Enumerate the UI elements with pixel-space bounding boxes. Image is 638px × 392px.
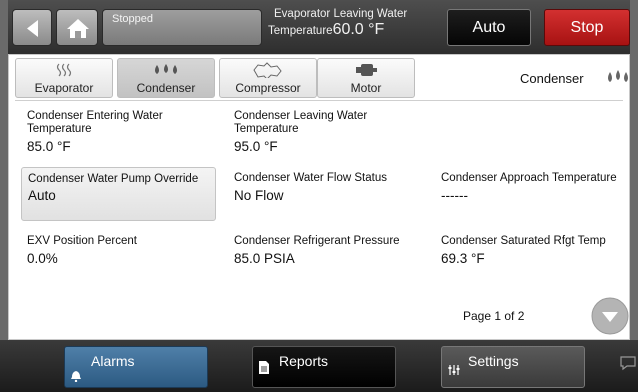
approach-temp: Condenser Approach Temperature ------ [441, 172, 617, 203]
document-icon [259, 361, 269, 377]
saturated-temp: Condenser Saturated Rfgt Temp 69.3 °F [441, 235, 606, 266]
settings-button[interactable]: Settings [441, 346, 585, 388]
top-bar: Stopped Evaporator Leaving Water Tempera… [0, 0, 638, 54]
auto-button[interactable]: Auto [447, 9, 531, 46]
tab-condenser-label: Condenser [136, 81, 196, 95]
readout-value: 60.0 °F [332, 21, 385, 38]
tab-motor[interactable]: Motor [317, 58, 415, 98]
flow-status-label: Condenser Water Flow Status [234, 172, 387, 184]
page-indicator: Page 1 of 2 [463, 309, 525, 323]
saturated-temp-value: 69.3 °F [441, 251, 485, 266]
leaving-water-readout: Evaporator Leaving Water Temperature60.0… [262, 7, 434, 47]
readout-label: Evaporator Leaving Water [274, 8, 408, 20]
reports-label: Reports [279, 353, 329, 369]
alarms-label: Alarms [91, 353, 135, 369]
readout-label-2: Temperature [268, 25, 333, 37]
tab-condenser[interactable]: Condenser [117, 58, 215, 98]
saturated-temp-label: Condenser Saturated Rfgt Temp [441, 235, 606, 247]
pump-override-label: Condenser Water Pump Override [28, 173, 199, 185]
leaving-water-label: Condenser Leaving Water [234, 110, 368, 122]
entering-water-temp: Condenser Entering Water Temperature 85.… [27, 110, 163, 154]
refrigerant-pressure-value: 85.0 PSIA [234, 251, 295, 266]
pump-override-value: Auto [28, 188, 56, 203]
next-page-button[interactable] [591, 297, 629, 340]
exv-position: EXV Position Percent 0.0% [27, 235, 137, 266]
refrigerant-pressure-label: Condenser Refrigerant Pressure [234, 235, 400, 247]
exv-position-value: 0.0% [27, 251, 58, 266]
back-button[interactable] [12, 9, 52, 46]
condenser-panel: Evaporator Condenser Compressor Motor Co… [8, 54, 630, 340]
compressor-icon [220, 59, 316, 81]
right-frame [630, 0, 638, 340]
leaving-water-temp: Condenser Leaving Water Temperature 95.0… [234, 110, 367, 154]
sliders-icon [448, 363, 460, 379]
tab-compressor[interactable]: Compressor [219, 58, 317, 98]
tab-evaporator[interactable]: Evaporator [15, 58, 113, 98]
home-icon [67, 19, 89, 38]
exv-position-label: EXV Position Percent [27, 235, 137, 247]
section-title: Condenser [520, 71, 584, 86]
water-drops-icon [606, 68, 630, 91]
refrigerant-pressure: Condenser Refrigerant Pressure 85.0 PSIA [234, 235, 400, 266]
chevron-down-icon [591, 297, 629, 335]
flow-status: Condenser Water Flow Status No Flow [234, 172, 387, 203]
tab-bar: Evaporator Condenser Compressor Motor Co… [15, 58, 628, 101]
settings-label: Settings [468, 353, 519, 369]
left-frame [0, 0, 8, 340]
home-button[interactable] [56, 9, 98, 46]
tab-motor-label: Motor [350, 81, 382, 95]
motor-icon [318, 59, 414, 81]
stop-button[interactable]: Stop [544, 9, 630, 46]
chiller-status: Stopped [102, 9, 262, 46]
back-arrow-icon [27, 20, 38, 37]
entering-water-label-2: Temperature [27, 123, 92, 135]
flow-status-value: No Flow [234, 188, 284, 203]
reports-button[interactable]: Reports [252, 346, 396, 388]
alarms-button[interactable]: Alarms [64, 346, 208, 388]
entering-water-label: Condenser Entering Water [27, 110, 163, 122]
pump-override-button[interactable]: Condenser Water Pump Override Auto [21, 167, 216, 221]
bottom-nav: Alarms Reports Settings [0, 340, 638, 392]
water-drops-icon [118, 59, 214, 81]
tab-compressor-label: Compressor [235, 81, 301, 95]
leaving-water-value: 95.0 °F [234, 139, 278, 154]
status-text: Stopped [112, 13, 153, 25]
readout-line2: Temperature60.0 °F [268, 22, 434, 39]
chat-icon[interactable] [620, 355, 636, 376]
approach-temp-value: ------ [441, 188, 468, 203]
entering-water-value: 85.0 °F [27, 139, 71, 154]
tab-evaporator-label: Evaporator [34, 81, 94, 95]
heat-waves-icon [16, 59, 112, 81]
approach-temp-label: Condenser Approach Temperature [441, 172, 617, 184]
leaving-water-label-2: Temperature [234, 123, 299, 135]
bell-icon [71, 369, 81, 385]
